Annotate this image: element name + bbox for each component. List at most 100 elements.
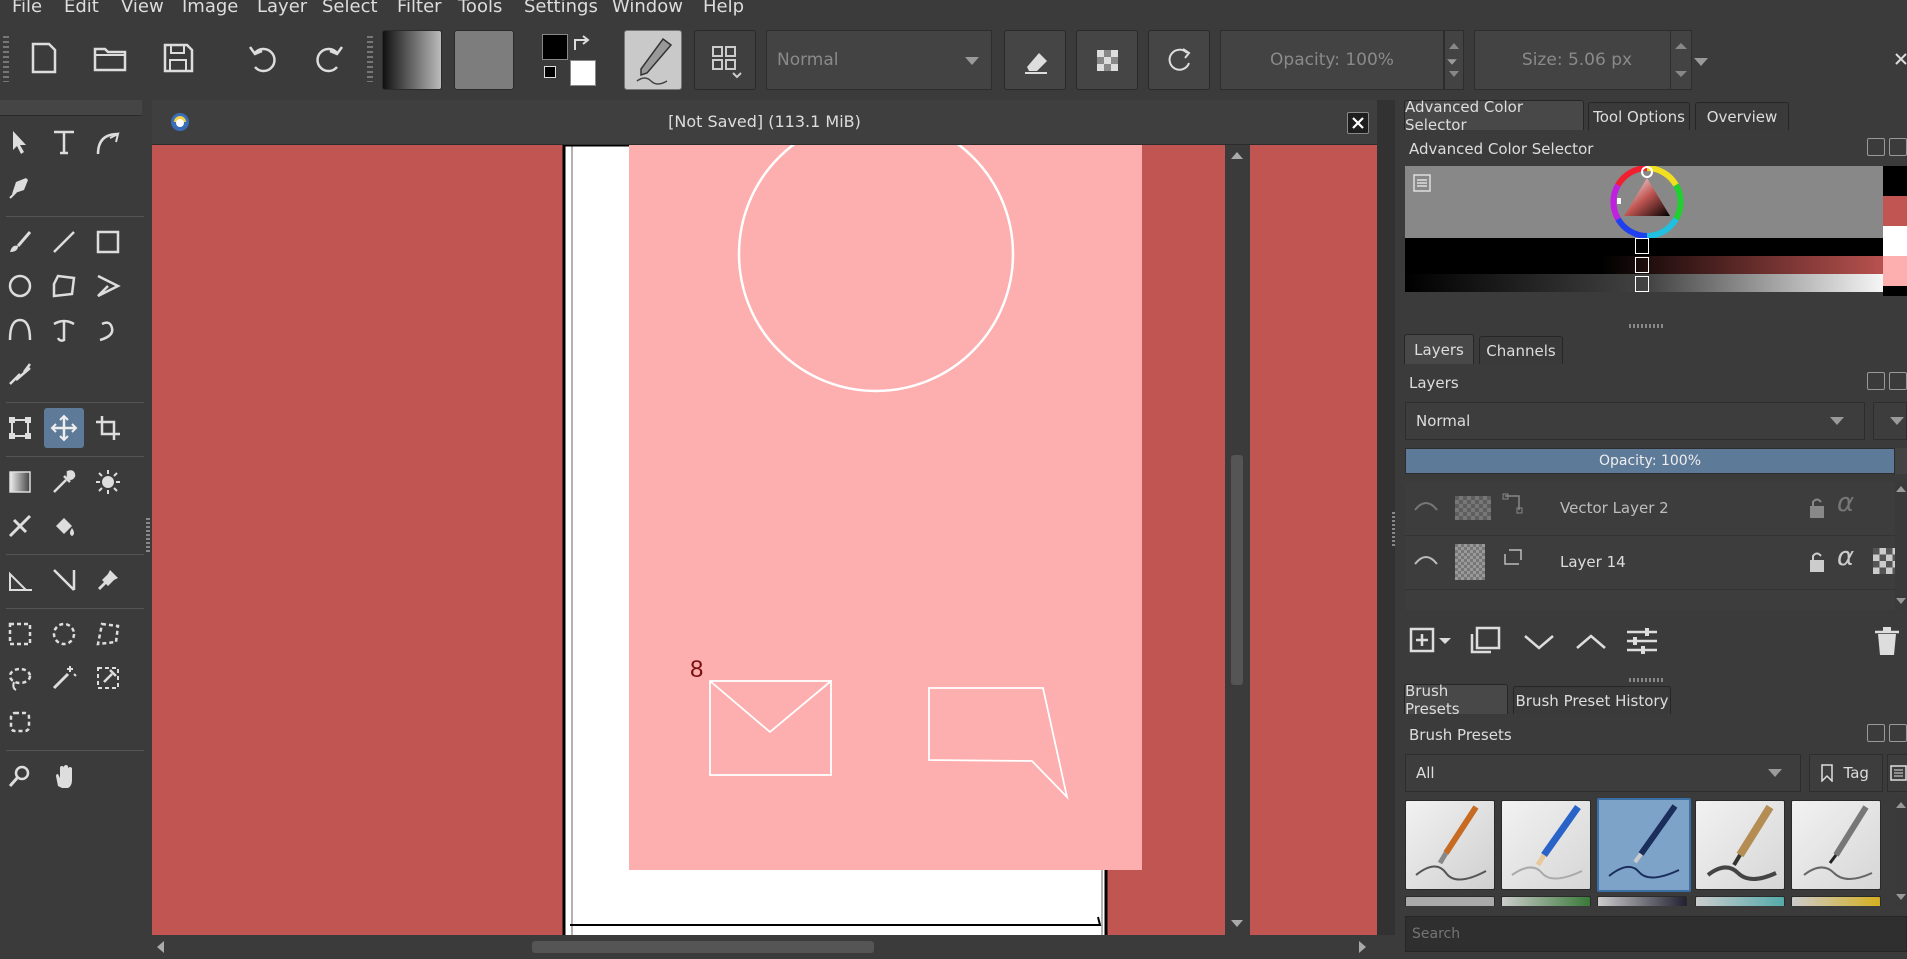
menu-help[interactable]: Help xyxy=(703,0,744,17)
visibility-eye-icon[interactable] xyxy=(1413,498,1439,516)
canvas[interactable]: 8 xyxy=(152,145,1377,935)
tab-overview[interactable]: Overview xyxy=(1695,102,1789,130)
color-swatch-2[interactable] xyxy=(1883,196,1907,226)
ruler-assistant-tool[interactable] xyxy=(44,560,84,600)
rectangle-tool[interactable] xyxy=(88,222,128,262)
layer-list[interactable]: Vector Layer 2 α Layer 14 α xyxy=(1405,482,1895,610)
horizontal-scrollbar[interactable] xyxy=(152,935,1377,959)
layer-blend-mode-dropdown[interactable]: Normal xyxy=(1405,402,1865,440)
scroll-left-icon[interactable] xyxy=(154,939,168,955)
color-swatch-selector[interactable] xyxy=(540,32,600,92)
brush-preset-thumb[interactable] xyxy=(1695,896,1785,906)
ellipse-tool[interactable] xyxy=(0,266,40,306)
freehand-select-tool[interactable] xyxy=(0,658,40,698)
new-document-button[interactable] xyxy=(24,38,64,78)
layer-list-scrollbar[interactable] xyxy=(1895,482,1907,610)
menu-settings[interactable]: Settings xyxy=(524,0,598,17)
background-color[interactable] xyxy=(570,60,596,86)
brush-preset-grid[interactable] xyxy=(1405,798,1895,906)
swap-colors-icon[interactable] xyxy=(572,34,594,56)
float-docker-icon[interactable] xyxy=(1867,372,1885,390)
brush-preset-thumb[interactable] xyxy=(1791,896,1881,906)
close-docker-icon[interactable] xyxy=(1889,372,1907,390)
brush-preset-thumb[interactable] xyxy=(1405,800,1495,890)
freehand-brush-tool[interactable] xyxy=(0,222,40,262)
toolbox-title-bar[interactable] xyxy=(0,100,142,116)
line-tool[interactable] xyxy=(44,222,84,262)
alpha-lock-icon[interactable]: α xyxy=(1837,488,1854,518)
pattern-selector[interactable] xyxy=(454,30,514,90)
duplicate-layer-button[interactable] xyxy=(1469,626,1503,656)
brush-grid-scrollbar[interactable] xyxy=(1895,798,1907,906)
color-swatch-4[interactable] xyxy=(1883,256,1907,286)
tab-brush-presets[interactable]: Brush Presets xyxy=(1404,682,1508,718)
brush-preset-button[interactable] xyxy=(624,30,682,90)
brush-preset-thumb[interactable] xyxy=(1597,896,1687,906)
smart-patch-tool[interactable] xyxy=(88,462,128,502)
color-slider-handles[interactable] xyxy=(1635,236,1649,294)
menu-layer[interactable]: Layer xyxy=(257,0,307,17)
size-menu-icon[interactable] xyxy=(1694,58,1708,66)
canvas-area[interactable]: 8 xyxy=(152,145,1377,935)
brush-preset-thumb[interactable] xyxy=(1501,896,1591,906)
tab-brush-preset-history[interactable]: Brush Preset History xyxy=(1513,686,1671,714)
toolbar-grip[interactable] xyxy=(3,36,9,82)
brush-filter-dropdown[interactable]: All xyxy=(1405,754,1801,792)
scroll-up-icon[interactable] xyxy=(1229,149,1245,161)
brush-preset-thumb[interactable] xyxy=(1791,800,1881,890)
color-selector-area[interactable] xyxy=(1405,165,1895,239)
save-button[interactable] xyxy=(158,38,198,78)
brush-preset-thumb-selected[interactable] xyxy=(1597,798,1691,892)
similar-color-select-tool[interactable] xyxy=(88,658,128,698)
color-selector-settings-icon[interactable] xyxy=(1413,174,1431,192)
close-toolbar-icon[interactable] xyxy=(1894,52,1907,66)
tab-layers[interactable]: Layers xyxy=(1404,334,1474,364)
text-tool[interactable] xyxy=(44,122,84,162)
tab-channels[interactable]: Channels xyxy=(1479,336,1563,364)
color-wheel[interactable] xyxy=(1405,165,1895,239)
opacity-slider[interactable]: Opacity: 100% xyxy=(1220,30,1444,90)
size-slider[interactable]: Size: 5.06 px xyxy=(1474,30,1680,90)
layer-row[interactable]: Vector Layer 2 α xyxy=(1405,482,1895,536)
brush-preset-thumb[interactable] xyxy=(1695,800,1785,890)
close-docker-icon[interactable] xyxy=(1889,724,1907,742)
polyline-tool[interactable] xyxy=(88,266,128,306)
color-swatch-3[interactable] xyxy=(1883,226,1907,256)
color-slider-2[interactable] xyxy=(1405,256,1895,274)
foreground-color[interactable] xyxy=(542,34,568,60)
inherit-alpha-icon[interactable] xyxy=(1873,548,1895,574)
brush-preset-thumb[interactable] xyxy=(1405,896,1495,906)
vertical-scroll-thumb[interactable] xyxy=(1231,455,1243,685)
scroll-right-icon[interactable] xyxy=(1356,939,1370,955)
delete-layer-button[interactable] xyxy=(1871,624,1903,658)
layer-name[interactable]: Layer 14 xyxy=(1560,553,1626,571)
docker-splitter[interactable] xyxy=(1629,678,1665,682)
edit-shapes-tool[interactable] xyxy=(0,166,40,206)
opacity-menu-icon[interactable] xyxy=(1447,59,1457,65)
color-slider-1[interactable] xyxy=(1405,238,1895,256)
brush-preset-thumb[interactable] xyxy=(1501,800,1591,890)
polygon-tool[interactable] xyxy=(44,266,84,306)
blend-mode-dropdown[interactable]: Normal xyxy=(766,30,992,90)
layer-row[interactable]: Layer 14 α xyxy=(1405,536,1895,590)
reference-images-tool[interactable] xyxy=(88,560,128,600)
brush-search-input[interactable] xyxy=(1405,916,1907,952)
menu-filter[interactable]: Filter xyxy=(397,0,442,17)
tab-tool-options[interactable]: Tool Options xyxy=(1588,102,1690,130)
color-slider-3[interactable] xyxy=(1405,274,1895,292)
crop-tool[interactable] xyxy=(88,408,128,448)
gradient-tool[interactable] xyxy=(0,462,40,502)
brush-view-options-button[interactable] xyxy=(1887,754,1907,792)
layer-opacity-slider[interactable]: Opacity: 100% xyxy=(1405,448,1895,474)
preserve-alpha-button[interactable] xyxy=(1076,30,1138,90)
gradient-selector[interactable] xyxy=(382,30,442,90)
bezier-tool[interactable] xyxy=(0,310,40,350)
move-layer-down-button[interactable] xyxy=(1519,626,1559,656)
float-docker-icon[interactable] xyxy=(1867,138,1885,156)
tab-advanced-color-selector[interactable]: Advanced Color Selector xyxy=(1404,98,1584,134)
undo-button[interactable] xyxy=(242,38,282,78)
toolbox-splitter[interactable] xyxy=(146,518,150,552)
menu-edit[interactable]: Edit xyxy=(64,0,99,17)
layer-opacity-spin[interactable] xyxy=(1895,448,1907,474)
zoom-tool[interactable] xyxy=(0,756,40,796)
